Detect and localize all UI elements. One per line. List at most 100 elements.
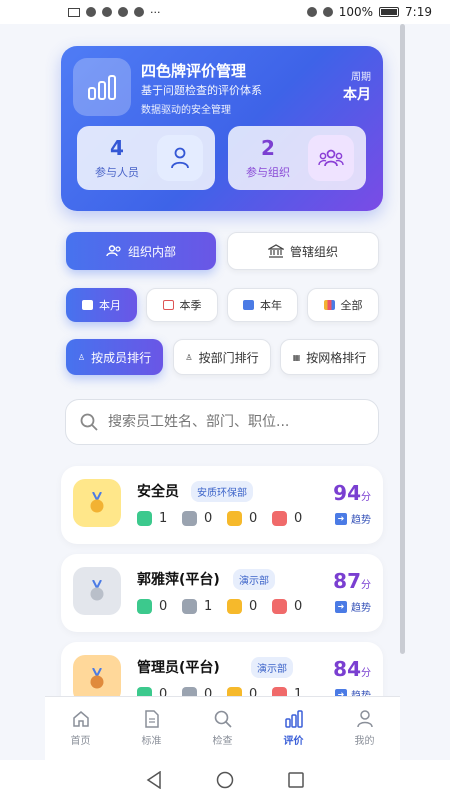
people-icon (106, 245, 121, 257)
score-unit: 分 (361, 492, 371, 503)
rank-by-department-label: 按部门排行 (198, 350, 259, 365)
score-unit: 分 (361, 580, 371, 591)
ranking-card[interactable]: 郭雅萍(平台) 演示部 0 1 0 0 87分 ➜ 趋势 (61, 554, 383, 632)
gold-medal-icon (73, 479, 121, 527)
rank-by-grid[interactable]: ▦ 按网格排行 (280, 339, 379, 375)
trend-label: 趋势 (351, 687, 371, 696)
stat-participants-value: 4 (110, 136, 124, 160)
filter-this-year-label: 本年 (260, 299, 282, 312)
trend-link[interactable]: ➜ 趋势 (335, 511, 371, 526)
signal-icon (86, 7, 96, 17)
yellow-count: 0 (249, 599, 258, 614)
tab-internal-org-label: 组织内部 (127, 244, 176, 259)
bronze-medal-icon (73, 655, 121, 696)
member-name: 安全员 (137, 484, 179, 500)
tab-jurisdiction-org[interactable]: 管辖组织 (227, 232, 379, 270)
back-icon[interactable] (146, 771, 162, 789)
wifi-icon (102, 7, 112, 17)
yellow-count: 0 (249, 687, 258, 696)
hero-subtitle: 基于问题检查的评价体系 (141, 84, 262, 97)
gray-count: 1 (204, 599, 213, 614)
trend-link[interactable]: ➜ 趋势 (335, 687, 371, 696)
search-box[interactable] (65, 399, 379, 445)
department-badge: 演示部 (251, 657, 293, 678)
gray-count: 0 (204, 511, 213, 526)
scrollbar[interactable] (400, 24, 405, 654)
tab-home-label: 首页 (70, 736, 91, 747)
search-input[interactable] (108, 414, 358, 430)
person-icon (157, 135, 203, 181)
stat-organizations-label: 参与组织 (246, 166, 290, 179)
clock: 7:19 (405, 5, 432, 19)
arrow-right-icon: ➜ (335, 688, 347, 696)
stat-participants[interactable]: 4 参与人员 (77, 126, 215, 190)
filter-all[interactable]: 全部 (307, 288, 379, 322)
ranking-card[interactable]: 管理员(平台) 演示部 0 0 0 1 84分 ➜ 趋势 (61, 642, 383, 696)
more-icon: ··· (150, 5, 161, 19)
member-name: 郭雅萍(平台) (137, 572, 220, 588)
mute-icon (322, 7, 333, 17)
status-icons-right: 100% 7:19 (306, 5, 432, 19)
medal-icon: ♙ (77, 352, 86, 362)
red-count: 1 (294, 687, 303, 696)
battery-percent: 100% (338, 5, 374, 19)
tab-evaluation[interactable]: 评价 (258, 697, 329, 760)
red-count: 0 (294, 599, 303, 614)
hero-subtitle-2: 数据驱动的安全管理 (141, 105, 231, 116)
green-count: 0 (159, 599, 168, 614)
tab-inspection[interactable]: 检查 (187, 697, 258, 760)
arrow-right-icon: ➜ (335, 512, 347, 525)
red-card-icon (272, 511, 287, 526)
hero-card: 四色牌评价管理 基于问题检查的评价体系 数据驱动的安全管理 周期 本月 4 参与… (61, 46, 383, 211)
bluetooth-icon (306, 7, 317, 17)
document-icon (144, 710, 159, 728)
gray-card-icon (182, 599, 197, 614)
bottom-tab-bar: 首页 标准 检查 评价 我的 (45, 696, 400, 760)
stat-organizations[interactable]: 2 参与组织 (228, 126, 366, 190)
calendar-icon (243, 300, 254, 310)
recent-apps-icon[interactable] (288, 772, 304, 788)
green-card-icon (137, 687, 152, 696)
filter-this-quarter[interactable]: 本季 (146, 288, 218, 322)
bar-chart-icon (323, 300, 335, 310)
score: 84分 (333, 657, 371, 681)
filter-this-month[interactable]: 本月 (66, 288, 137, 322)
green-card-icon (137, 599, 152, 614)
score-value: 84 (333, 657, 361, 681)
home-circle-icon[interactable] (216, 771, 234, 789)
period-value: 本月 (343, 87, 371, 103)
rank-by-department[interactable]: ♙ 按部门排行 (173, 339, 271, 375)
main-content[interactable]: 四色牌评价管理 基于问题检查的评价体系 数据驱动的安全管理 周期 本月 4 参与… (45, 24, 400, 696)
tab-home[interactable]: 首页 (45, 697, 116, 760)
red-count: 0 (294, 511, 303, 526)
stat-organizations-value: 2 (261, 136, 275, 160)
tab-mine[interactable]: 我的 (329, 697, 400, 760)
tab-evaluation-label: 评价 (283, 736, 304, 747)
color-card-counts: 0 0 0 1 (137, 687, 310, 696)
trend-label: 趋势 (351, 515, 371, 526)
filter-all-label: 全部 (340, 299, 363, 312)
filter-this-year[interactable]: 本年 (227, 288, 298, 322)
rank-by-grid-label: 按网格排行 (306, 350, 367, 365)
red-card-icon (272, 687, 287, 696)
color-card-counts: 1 0 0 0 (137, 511, 310, 526)
tab-jurisdiction-org-label: 管辖组织 (289, 244, 338, 259)
hd-icon (68, 7, 80, 17)
silver-medal-icon (73, 567, 121, 615)
tab-standards[interactable]: 标准 (116, 697, 187, 760)
rank-by-member[interactable]: ♙ 按成员排行 (66, 339, 163, 375)
gray-count: 0 (204, 687, 213, 696)
score: 94分 (333, 481, 371, 505)
green-count: 0 (159, 687, 168, 696)
trend-link[interactable]: ➜ 趋势 (335, 599, 371, 614)
score: 87分 (333, 569, 371, 593)
system-nav-bar (0, 760, 450, 800)
yellow-count: 0 (249, 511, 258, 526)
arrow-right-icon: ➜ (335, 600, 347, 613)
home-icon (72, 711, 89, 727)
ranking-card[interactable]: 安全员 安质环保部 1 0 0 0 94分 ➜ 趋势 (61, 466, 383, 544)
tab-internal-org[interactable]: 组织内部 (66, 232, 216, 270)
stat-participants-label: 参与人员 (95, 166, 139, 179)
period-label: 周期 (351, 72, 371, 83)
search-icon (80, 413, 98, 431)
